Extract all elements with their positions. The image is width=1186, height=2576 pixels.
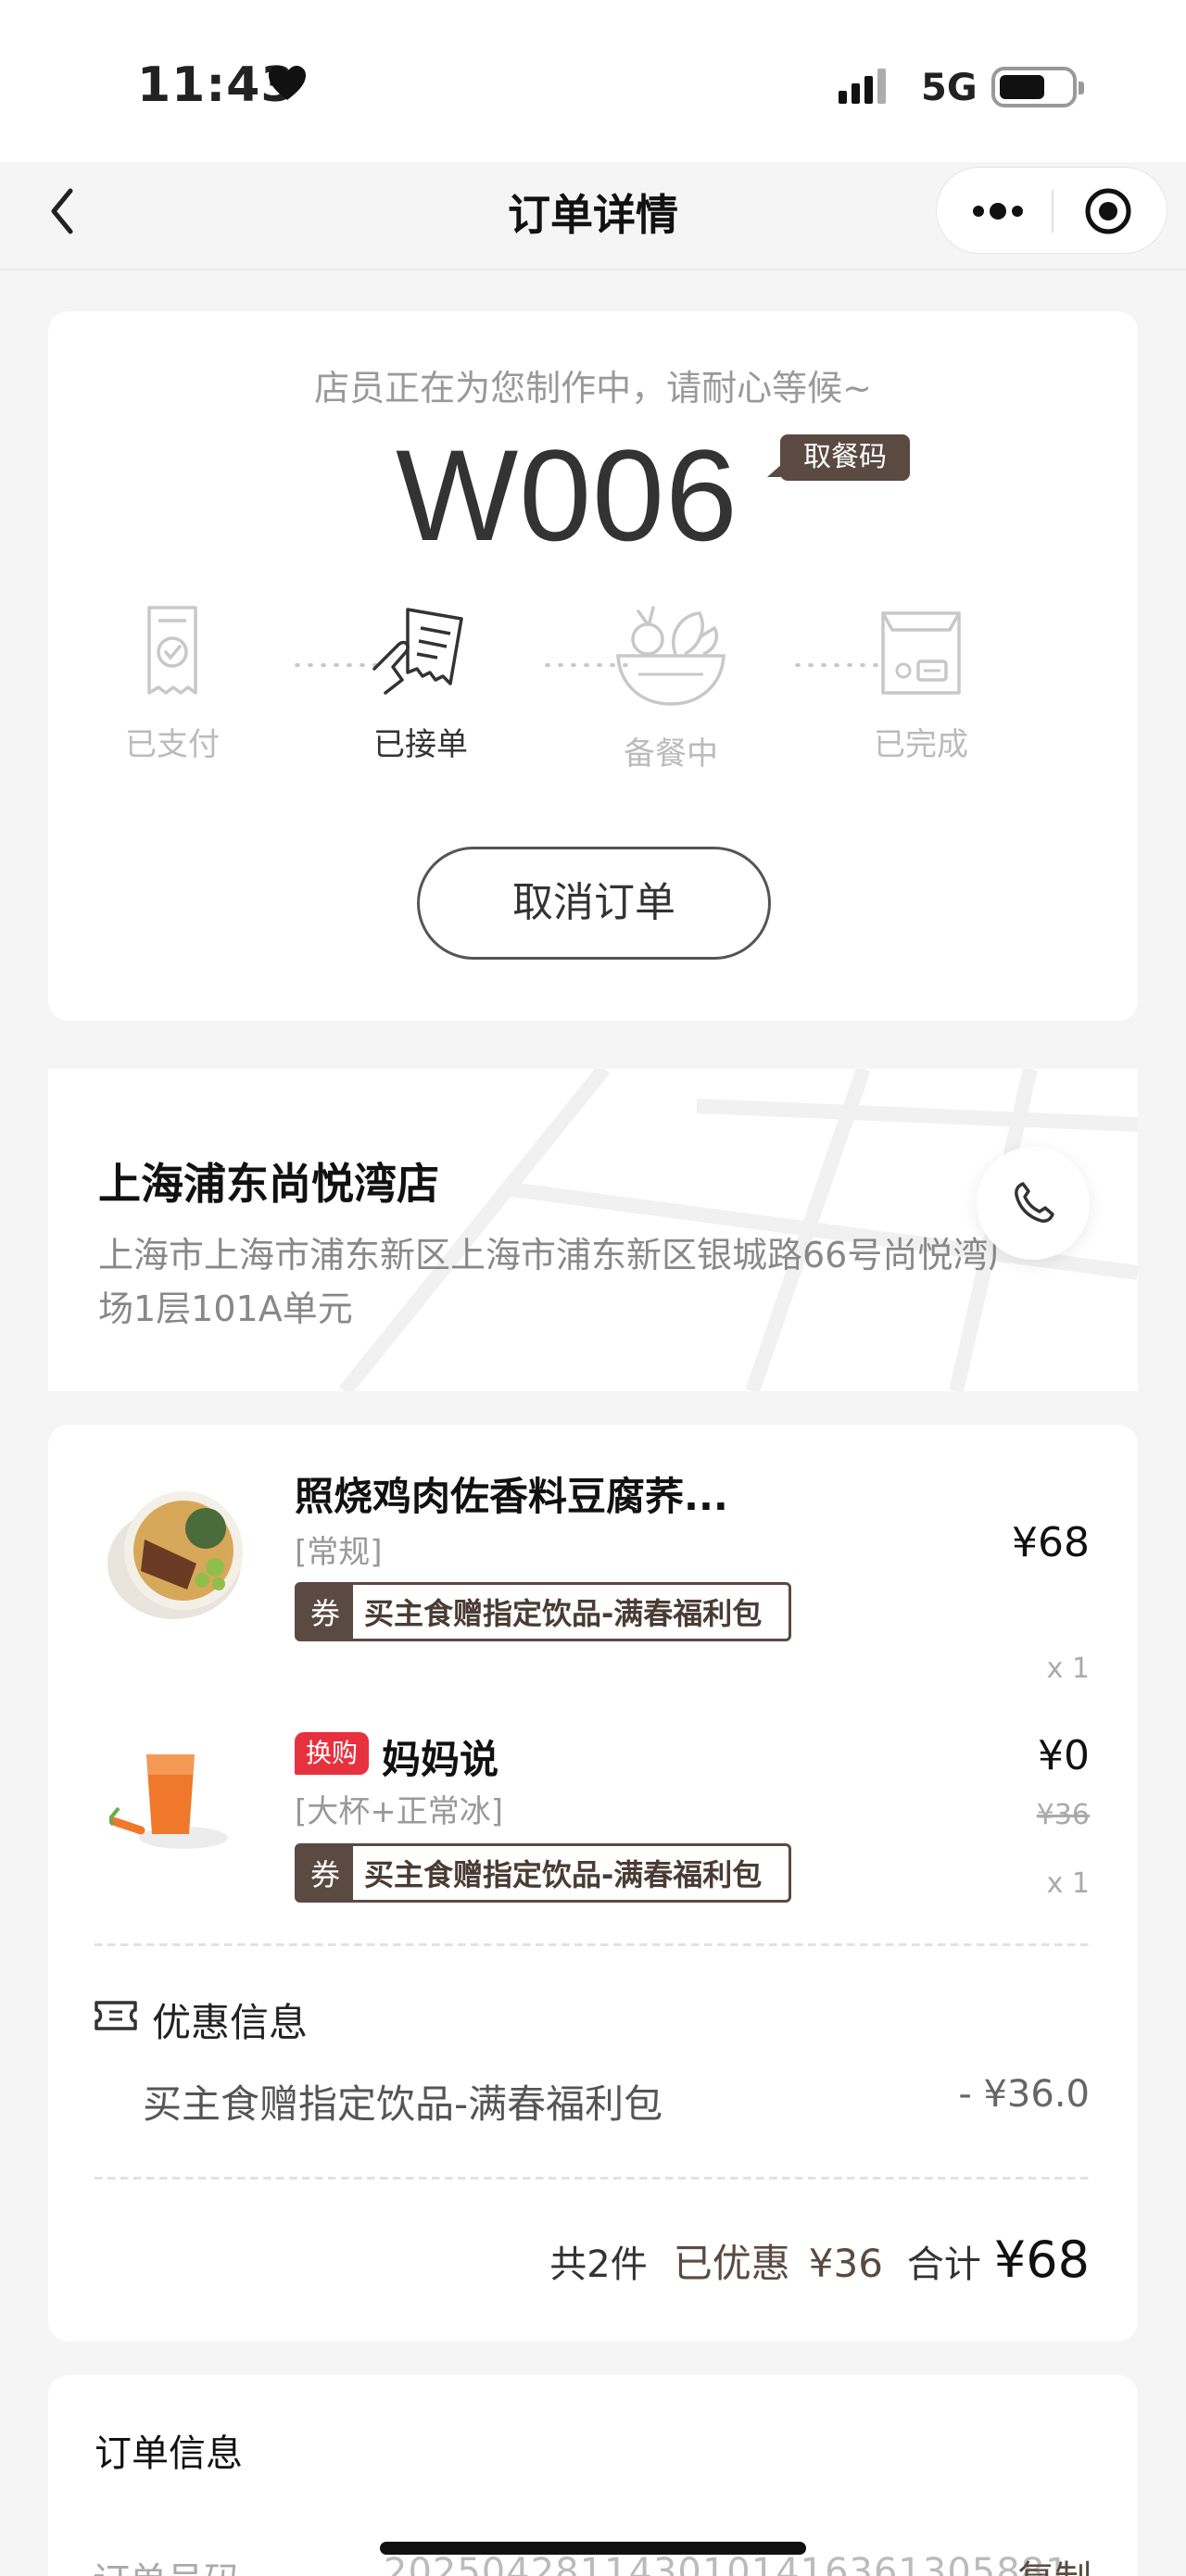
step-accepted: 已接单 (328, 600, 513, 764)
discount-label: 已优惠 (673, 2241, 790, 2286)
item-spec: [常规] (295, 1534, 383, 1571)
nav-divider (0, 269, 1186, 270)
total-value: ¥68 (993, 2230, 1090, 2289)
item-name: 照烧鸡肉佐香料豆腐荞... (295, 1474, 728, 1519)
item-price: ¥0 (1038, 1732, 1090, 1779)
item-price: ¥68 (1012, 1519, 1090, 1566)
item-coupon: 券 买主食赠指定饮品-满春福利包 (295, 1582, 791, 1641)
step-label: 已接单 (373, 726, 468, 763)
receipt-hand-icon (372, 608, 463, 695)
call-store-button[interactable] (977, 1147, 1090, 1260)
divider (95, 2177, 1091, 2180)
coupon-tag: 券 (297, 1585, 353, 1639)
step-label: 备餐中 (624, 735, 718, 773)
step-label: 已完成 (874, 726, 968, 763)
item-spec: [大杯+正常冰] (295, 1793, 504, 1830)
home-indicator (380, 2542, 806, 2555)
item-count: 共2件 (549, 2243, 648, 2286)
order-number-label: 订单号码 (93, 2551, 241, 2576)
heart-icon (269, 66, 306, 100)
carrot-juice-image (109, 1754, 228, 1849)
order-info-title: 订单信息 (95, 2432, 243, 2475)
phone-icon (1015, 1182, 1054, 1223)
cancel-order-button[interactable]: 取消订单 (417, 847, 771, 960)
promo-heading: 优惠信息 (152, 2000, 309, 2045)
pickup-code: W006 (396, 422, 738, 568)
order-items-card: 照烧鸡肉佐香料豆腐荞... [常规] 券 买主食赠指定饮品-满春福利包 ¥68 … (48, 1425, 1138, 2342)
store-card: 上海浦东尚悦湾店 上海市上海市浦东新区上海市浦东新区银城路66号尚悦湾广场1层1… (48, 1069, 1138, 1391)
promo-name: 买主食赠指定饮品-满春福利包 (143, 2081, 663, 2127)
step-completed: 已完成 (828, 600, 1014, 764)
mini-program-capsule (936, 167, 1167, 254)
receipt-check-icon (147, 606, 197, 695)
coupon-text: 买主食赠指定饮品-满春福利包 (364, 1857, 763, 1892)
network-type: 5G (921, 67, 978, 109)
total-label: 合计 (906, 2243, 981, 2286)
discount-value: ¥36 (808, 2241, 883, 2286)
order-status-card: 店员正在为您制作中，请耐心等候~ W006 取餐码 已支付 已接单 备餐中 已完… (48, 311, 1138, 1021)
swap-badge: 换购 (295, 1732, 370, 1775)
coupon-tag: 券 (297, 1846, 353, 1900)
pickup-code-badge: 取餐码 (767, 434, 910, 481)
status-bar: 11:43 5G (0, 0, 1186, 162)
divider (95, 1943, 1091, 1946)
item-original-price: ¥36 (1036, 1799, 1090, 1831)
more-icon[interactable] (970, 197, 1026, 225)
coupon-text: 买主食赠指定饮品-满春福利包 (364, 1596, 763, 1631)
step-paid: 已支付 (80, 600, 265, 764)
copy-button[interactable]: 复制 (1017, 2549, 1091, 2576)
step-preparing: 备餐中 (578, 600, 763, 773)
takeout-bag-icon (881, 611, 961, 695)
item-coupon: 券 买主食赠指定饮品-满春福利包 (295, 1843, 791, 1903)
close-miniprogram-icon[interactable] (1083, 186, 1133, 236)
item-quantity: x 1 (1046, 1652, 1090, 1685)
item-quantity: x 1 (1046, 1867, 1090, 1900)
store-name: 上海浦东尚悦湾店 (98, 1159, 439, 1209)
store-address: 上海市上海市浦东新区上海市浦东新区银城路66号尚悦湾广场1层101A单元 (98, 1235, 1024, 1329)
order-number-value: 2025042811430101416361305881 (384, 2551, 1070, 2576)
promo-amount: - ¥36.0 (958, 2073, 1090, 2116)
coupon-ticket-icon (95, 2001, 137, 2030)
item-name: 妈妈说 (382, 1737, 499, 1782)
rice-bowl-image (107, 1491, 243, 1619)
salad-bowl-icon (616, 606, 725, 706)
order-summary: 共2件 已优惠 ¥36 合计 ¥68 (549, 2230, 1090, 2289)
battery-icon (991, 67, 1084, 107)
status-message: 店员正在为您制作中，请耐心等候~ (314, 368, 872, 408)
step-label: 已支付 (125, 726, 220, 763)
